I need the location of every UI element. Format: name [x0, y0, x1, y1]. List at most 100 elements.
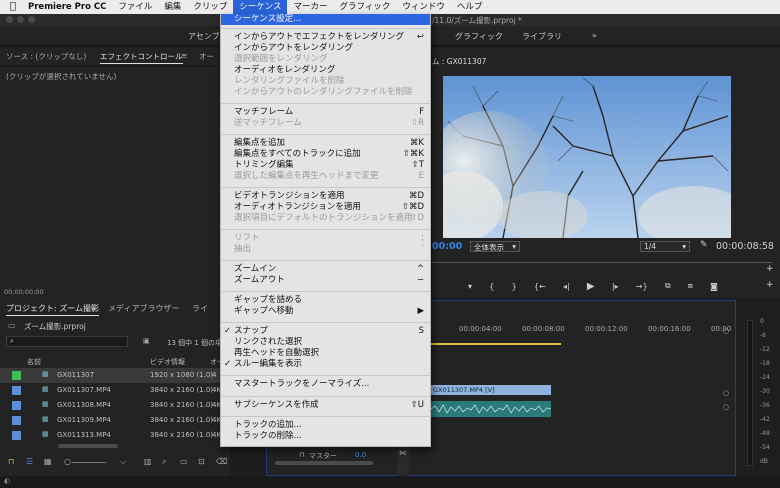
workspace-graphics[interactable]: グラフィック: [455, 31, 503, 42]
menu-item-zoom-in[interactable]: ズームイン ^: [221, 264, 430, 275]
wrench-icon[interactable]: ✎: [700, 240, 708, 250]
menu-item-delete-tracks[interactable]: トラックの削除...: [221, 431, 430, 442]
trash-icon[interactable]: ⌫: [216, 457, 227, 466]
program-title[interactable]: ム : GX011307: [432, 56, 486, 67]
apple-menu-icon[interactable]: : [0, 0, 22, 14]
list-view-icon[interactable]: ☰: [26, 457, 33, 466]
step-forward-icon[interactable]: |▸: [612, 282, 619, 291]
playback-quality-select[interactable]: 1/4 ▾: [640, 241, 690, 252]
menu-help[interactable]: ヘルプ: [451, 0, 489, 14]
tab-media-browser[interactable]: メディアブラウザー: [108, 303, 179, 314]
workspace-libraries[interactable]: ライブラリ: [522, 31, 562, 42]
tab-libraries[interactable]: ライ: [192, 303, 208, 314]
new-item-icon[interactable]: ⊡: [198, 457, 205, 466]
export-frame-icon[interactable]: ◙: [710, 282, 718, 291]
menu-window[interactable]: ウィンドウ: [396, 0, 451, 14]
meter-label: -42: [760, 416, 770, 423]
menu-item-snap[interactable]: ✓ スナップ S: [221, 326, 430, 337]
menu-item-apply-audio-transition[interactable]: オーディオトランジションを適用 ⇧⌘D: [221, 202, 430, 213]
overwrite-icon[interactable]: ⧈: [688, 281, 693, 291]
new-bin-icon[interactable]: ▣: [143, 337, 150, 345]
go-to-out-icon[interactable]: →}: [636, 282, 648, 291]
close-window-button[interactable]: [6, 16, 13, 23]
track-circle-icon[interactable]: ○: [723, 389, 729, 397]
menu-marker[interactable]: マーカー: [287, 0, 333, 14]
tab-audio[interactable]: オー: [199, 51, 214, 62]
insert-icon[interactable]: ⧉: [665, 281, 671, 291]
menu-item-sequence-settings[interactable]: シーケンス設定...: [221, 14, 430, 25]
automate-icon[interactable]: ▥: [144, 457, 152, 466]
panel-menu-icon[interactable]: ≡: [181, 51, 187, 60]
program-current-timecode[interactable]: 00:00: [432, 241, 462, 252]
menu-item-add-edit[interactable]: 編集点を追加 ⌘K: [221, 138, 430, 149]
new-bin-button-icon[interactable]: ▭: [180, 457, 188, 466]
menu-item-render-in-out[interactable]: インからアウトをレンダリング: [221, 43, 430, 54]
tab-source[interactable]: ソース : (クリップなし): [6, 51, 86, 62]
add-marker-icon[interactable]: ▾: [468, 282, 472, 291]
project-item[interactable]: ▦ GX011307 1920 x 1080 (1.0) 4: [0, 368, 222, 383]
horizontal-scrollbar[interactable]: [58, 444, 118, 448]
work-area-bar[interactable]: [431, 343, 561, 345]
project-item[interactable]: ▦ GX011308.MP4 3840 x 2160 (1.0) 4K: [0, 398, 222, 413]
master-volume-value[interactable]: 0.0: [355, 451, 366, 459]
timeline-scrollbar[interactable]: [275, 461, 373, 465]
workspace-more-icon[interactable]: »: [592, 31, 597, 40]
sort-icon[interactable]: ⌵: [120, 457, 126, 467]
zoom-level-select[interactable]: 全体表示 ▾: [470, 241, 520, 252]
find-icon[interactable]: ⌕: [162, 457, 166, 467]
menu-item-match-frame[interactable]: マッチフレーム F: [221, 107, 430, 118]
menu-item-go-to-gap[interactable]: ギャップへ移動 ▶: [221, 306, 430, 317]
tab-effect-controls[interactable]: エフェクトコントロール: [100, 51, 183, 64]
menu-item-show-through-edits[interactable]: ✓ スルー編集を表示: [221, 359, 430, 370]
menu-sequence[interactable]: シーケンス: [233, 0, 288, 14]
add-marker-plus-icon[interactable]: +: [766, 264, 774, 274]
icon-view-icon[interactable]: ▦: [44, 457, 52, 466]
effect-timecode[interactable]: 00;00;00;00: [4, 288, 44, 296]
menu-item-render-effects-in-out[interactable]: インからアウトでエフェクトをレンダリング ↩: [221, 32, 430, 43]
menu-app[interactable]: Premiere Pro CC: [22, 0, 112, 14]
menu-item-normalize-master-track[interactable]: マスタートラックをノーマライズ...: [221, 379, 430, 390]
column-video-info[interactable]: ビデオ情報: [150, 357, 185, 367]
mark-in-icon[interactable]: {: [489, 282, 494, 291]
timeline-ruler[interactable]: 00:00:04:00 00:00:08:00 00:00:12:00 00:0…: [431, 325, 731, 337]
menu-file[interactable]: ファイル: [112, 0, 158, 14]
menu-item-linked-selection[interactable]: リンクされた選択: [221, 337, 430, 348]
column-name[interactable]: 名前: [27, 357, 41, 367]
step-back-icon[interactable]: ◂|: [563, 282, 570, 291]
menu-item-close-gap[interactable]: ギャップを詰める: [221, 295, 430, 306]
menu-item-trim-edit[interactable]: トリミング編集 ⇧T: [221, 160, 430, 171]
track-circle-icon[interactable]: ○: [723, 403, 729, 411]
lock-icon[interactable]: ⊓: [8, 457, 14, 466]
thumbnail-zoom-slider[interactable]: [72, 462, 106, 463]
tab-project[interactable]: プロジェクト: ズーム撮影: [6, 303, 99, 316]
menu-item-zoom-out[interactable]: ズームアウト −: [221, 275, 430, 286]
program-video-frame[interactable]: [443, 76, 731, 238]
track-circle-icon[interactable]: ○: [723, 327, 729, 335]
menu-graphics[interactable]: グラフィック: [334, 0, 397, 14]
video-clip[interactable]: GX011307.MP4 [V]: [431, 385, 551, 395]
audio-clip[interactable]: [430, 401, 552, 417]
menu-edit[interactable]: 編集: [158, 0, 187, 14]
zoom-window-button[interactable]: [28, 16, 35, 23]
button-editor-plus-icon[interactable]: +: [766, 280, 774, 290]
panel-menu-icon[interactable]: ≡: [90, 303, 97, 312]
program-scrubber[interactable]: [432, 262, 772, 263]
go-to-in-icon[interactable]: {←: [534, 282, 546, 291]
play-icon[interactable]: ▶: [587, 281, 595, 292]
master-end-icon[interactable]: ⋈: [399, 449, 406, 457]
menu-item-apply-video-transition[interactable]: ビデオトランジションを適用 ⌘D: [221, 191, 430, 202]
master-lock-icon[interactable]: ⊓: [299, 451, 304, 459]
menu-item-make-subsequence[interactable]: サブシーケンスを作成 ⇧U: [221, 400, 430, 411]
project-item[interactable]: ▦ GX011309.MP4 3840 x 2160 (1.0) 4K: [0, 413, 222, 428]
zoom-slider-icon[interactable]: ○: [64, 457, 71, 466]
mark-out-icon[interactable]: }: [512, 282, 517, 291]
project-search-input[interactable]: ⌕: [6, 336, 128, 347]
project-item[interactable]: ▦ GX011313.MP4 3840 x 2160 (1.0) 4K: [0, 428, 222, 443]
menu-clip[interactable]: クリップ: [187, 0, 233, 14]
menu-item-add-edit-all-tracks[interactable]: 編集点をすべてのトラックに追加 ⇧⌘K: [221, 149, 430, 160]
menu-item-add-tracks[interactable]: トラックの追加...: [221, 420, 430, 431]
minimize-window-button[interactable]: [17, 16, 24, 23]
project-item[interactable]: ▦ GX011307.MP4 3840 x 2160 (1.0) 4K: [0, 383, 222, 398]
menu-item-render-audio[interactable]: オーディオをレンダリング: [221, 65, 430, 76]
menu-item-selection-follows-playhead[interactable]: 再生ヘッドを自動選択: [221, 348, 430, 359]
